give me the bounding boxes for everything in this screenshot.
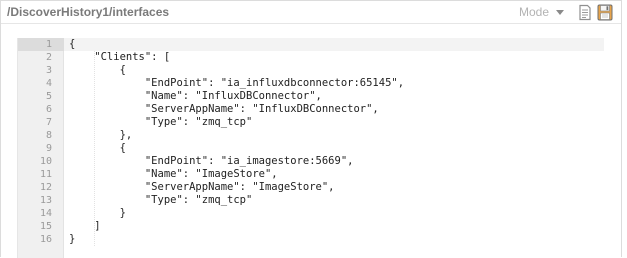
code-line[interactable]: "EndPoint": "ia_imagestore:5669", [69,155,599,168]
line-number: 8 [45,130,52,141]
line-number: 10 [39,156,52,167]
code-line[interactable]: "Type": "zmq_tcp" [69,194,599,207]
file-editor-panel: /DiscoverHistory1/interfaces Mode 1 2 3 … [0,0,622,258]
chevron-down-icon [556,9,565,15]
line-number: 13 [39,195,52,206]
line-number: 6 [45,104,52,115]
line-number: 12 [39,182,52,193]
line-number: 4 [45,78,52,89]
code-line[interactable]: { [69,142,599,155]
code-line[interactable]: ] [69,220,599,233]
file-path-title: /DiscoverHistory1/interfaces [7,5,170,19]
line-number: 9 [45,143,52,154]
code-line[interactable]: "EndPoint": "ia_influxdbconnector:65145"… [69,77,599,90]
code-editor[interactable]: 1 2 3 4 5 6 7 8 9 10 11 12 13 14 15 16 {… [17,38,604,258]
code-line[interactable]: { [69,38,599,51]
line-number: 14 [39,208,52,219]
line-number: 1 [45,39,52,50]
code-line[interactable]: "Clients": [ [69,51,599,64]
mode-dropdown[interactable]: Mode [519,4,565,20]
code-line[interactable]: "Type": "zmq_tcp" [69,116,599,129]
save-icon[interactable] [597,4,613,21]
code-line[interactable]: "Name": "ImageStore", [69,168,599,181]
code-line[interactable]: "ServerAppName": "InfluxDBConnector", [69,103,599,116]
code-line[interactable]: "ServerAppName": "ImageStore", [69,181,599,194]
code-line[interactable]: { [69,64,599,77]
code-line[interactable]: }, [69,129,599,142]
mode-label: Mode [519,5,550,19]
line-number: 16 [39,234,52,245]
line-number: 7 [45,117,52,128]
line-number: 11 [39,169,52,180]
line-number: 3 [45,65,52,76]
line-number: 2 [45,52,52,63]
code-line[interactable]: } [69,233,599,246]
line-numbers: 1 2 3 4 5 6 7 8 9 10 11 12 13 14 15 16 [18,38,52,246]
code-content[interactable]: { "Clients": [ { "EndPoint": "ia_influxd… [69,38,599,246]
line-number: 15 [39,221,52,232]
editor-header: /DiscoverHistory1/interfaces Mode [1,1,621,24]
document-icon[interactable] [577,4,593,21]
code-line[interactable]: "Name": "InfluxDBConnector", [69,90,599,103]
line-number: 5 [45,91,52,102]
code-line[interactable]: } [69,207,599,220]
